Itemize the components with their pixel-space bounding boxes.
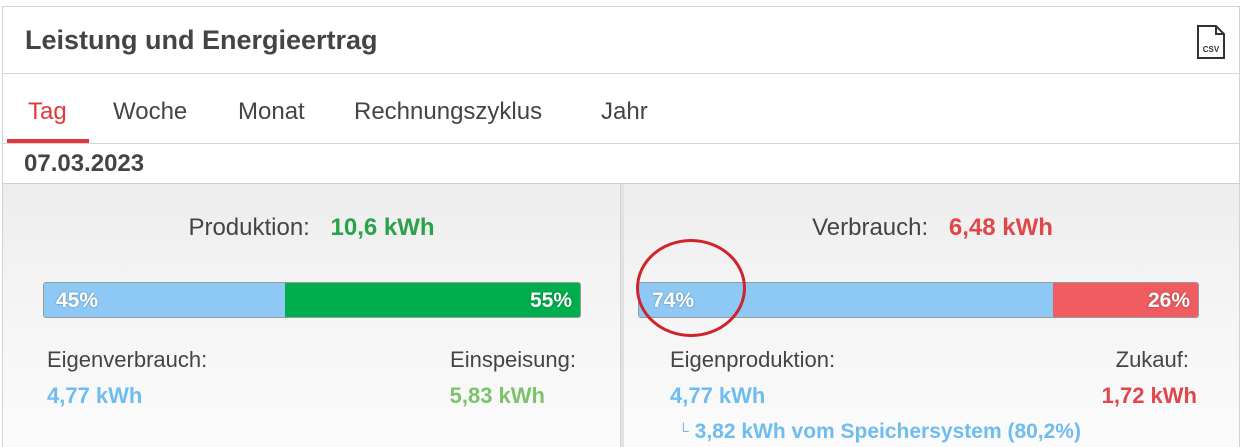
eigenproduktion-value: 4,77 kWh <box>670 383 766 408</box>
production-bar: 45% 55% <box>43 282 581 318</box>
eigenverbrauch-label: Eigenverbrauch: <box>47 347 208 372</box>
tab-woche[interactable]: Woche <box>113 98 187 126</box>
consumption-summary: Verbrauch: 6,48 kWh <box>624 214 1241 242</box>
production-panel: Produktion: 10,6 kWh 45% 55% Eigenverbra… <box>3 184 620 447</box>
active-tab-indicator <box>7 139 89 143</box>
einspeisung-label: Einspeisung: <box>450 347 576 372</box>
tab-monat[interactable]: Monat <box>238 98 305 126</box>
einspeisung-value: 5,83 kWh <box>449 383 545 408</box>
production-self-segment: 45% <box>44 283 286 317</box>
production-value: 10,6 kWh <box>330 214 435 241</box>
energy-card: Leistung und Energieertrag CSV Tag Woche… <box>2 6 1240 447</box>
sub-item-corner-icon: └ <box>678 423 689 440</box>
production-label: Produktion: <box>188 214 310 241</box>
zukauf-label: Zukauf: <box>1115 347 1189 372</box>
eigenproduktion-label: Eigenproduktion: <box>670 347 836 372</box>
tab-rechnungszyklus[interactable]: Rechnungszyklus <box>354 98 542 126</box>
card-header: Leistung und Energieertrag CSV <box>3 7 1239 74</box>
card-title: Leistung und Energieertrag <box>25 25 378 55</box>
zukauf-value: 1,72 kWh <box>1101 383 1197 408</box>
consumption-self-segment: 74% <box>639 283 1053 317</box>
consumption-purchase-segment: 26% <box>1052 283 1198 317</box>
tab-jahr[interactable]: Jahr <box>601 98 648 126</box>
consumption-self-percent: 74% <box>652 289 695 312</box>
consumption-label: Verbrauch: <box>812 214 929 241</box>
consumption-purchase-percent: 26% <box>1147 289 1190 312</box>
production-self-percent: 45% <box>56 289 99 312</box>
storage-note-text: 3,82 kWh vom Speichersystem (80,2%) <box>694 420 1081 443</box>
csv-icon-label: CSV <box>1203 45 1220 54</box>
consumption-bar: 74% 26% <box>638 282 1199 318</box>
storage-note: └ 3,82 kWh vom Speichersystem (80,2%) <box>678 420 1081 444</box>
selected-date: 07.03.2023 <box>24 150 145 177</box>
eigenverbrauch-value: 4,77 kWh <box>47 383 143 408</box>
tab-tag[interactable]: Tag <box>28 98 67 126</box>
period-tabs: Tag Woche Monat Rechnungszyklus Jahr <box>3 73 1239 144</box>
panels: Produktion: 10,6 kWh 45% 55% Eigenverbra… <box>3 183 1239 447</box>
production-feed-segment: 55% <box>285 283 580 317</box>
production-feed-percent: 55% <box>529 289 572 312</box>
consumption-value: 6,48 kWh <box>948 214 1053 241</box>
consumption-panel: Verbrauch: 6,48 kWh 74% 26% Eigenprodukt… <box>624 184 1241 447</box>
csv-export-button[interactable]: CSV <box>1196 24 1226 60</box>
csv-file-icon: CSV <box>1197 25 1225 59</box>
production-summary: Produktion: 10,6 kWh <box>3 214 620 242</box>
